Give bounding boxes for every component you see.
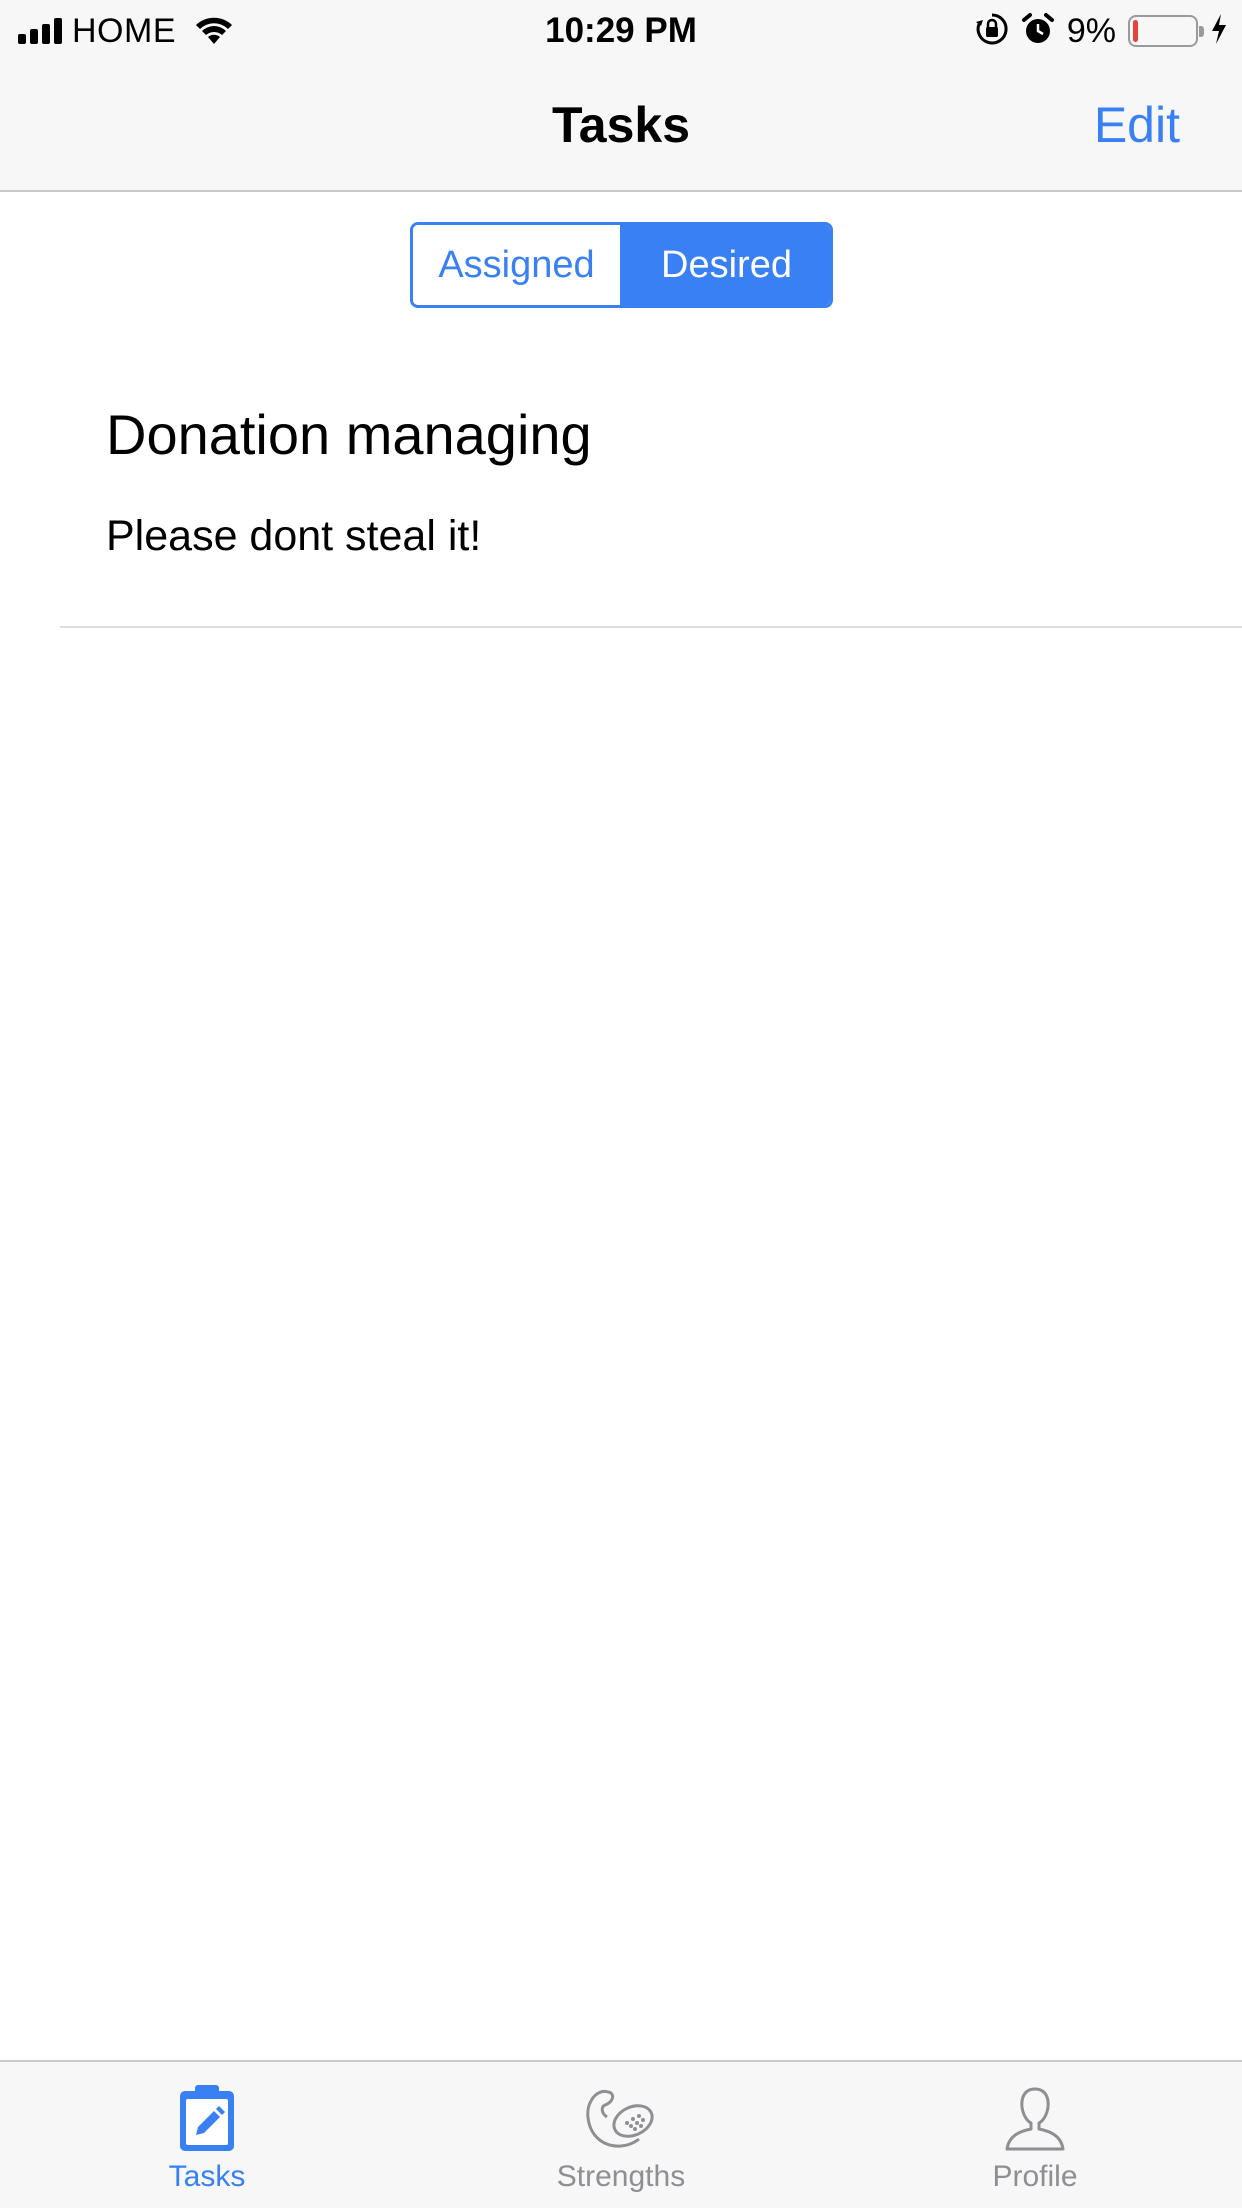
battery-cap	[1199, 26, 1204, 37]
clipboard-edit-icon	[176, 2082, 238, 2154]
tab-tasks-label: Tasks	[168, 2160, 246, 2193]
tab-strengths-label: Strengths	[556, 2160, 686, 2193]
edit-button[interactable]: Edit	[1094, 96, 1180, 154]
navigation-bar: Tasks Edit	[0, 60, 1242, 192]
task-description: Please dont steal it!	[106, 512, 482, 560]
tab-strengths[interactable]: Strengths	[414, 2062, 828, 2208]
person-icon	[1001, 2082, 1069, 2154]
battery-percent: 9%	[1066, 11, 1116, 50]
task-filter-segmented-control: Assigned Desired	[410, 222, 833, 308]
strengths-icon	[581, 2082, 661, 2154]
segment-assigned[interactable]: Assigned	[413, 225, 623, 305]
orientation-lock-icon	[975, 12, 1009, 51]
battery-level	[1133, 20, 1139, 42]
charging-icon	[1210, 13, 1228, 50]
battery-icon	[1128, 15, 1204, 47]
alarm-icon	[1021, 12, 1055, 51]
segment-desired[interactable]: Desired	[623, 225, 830, 305]
task-title: Donation managing	[106, 403, 592, 466]
tab-bar: Tasks Strengths Profile	[0, 2060, 1242, 2208]
tab-tasks[interactable]: Tasks	[0, 2062, 414, 2208]
status-bar: HOME 10:29 PM 9%	[0, 0, 1242, 60]
tab-profile-label: Profile	[992, 2160, 1078, 2193]
page-title: Tasks	[551, 97, 691, 153]
tab-profile[interactable]: Profile	[828, 2062, 1242, 2208]
task-list-item[interactable]: Donation managing Please dont steal it!	[60, 380, 1242, 628]
status-right: 9%	[975, 10, 1228, 52]
